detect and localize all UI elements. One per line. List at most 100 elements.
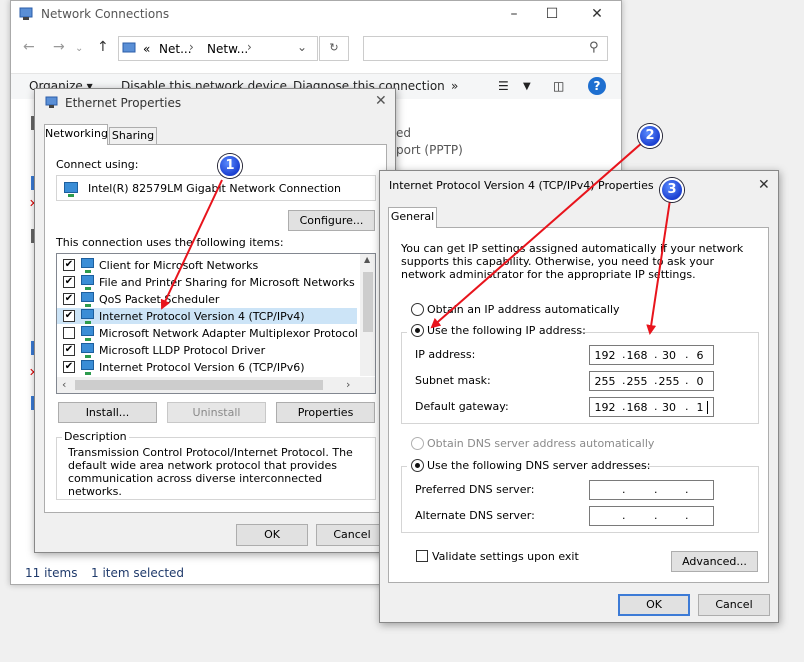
item-checkbox[interactable]: ✔: [63, 310, 75, 322]
obtain-dns-auto-radio[interactable]: [411, 437, 424, 450]
vertical-scrollbar[interactable]: ▲: [360, 254, 375, 376]
network-component-icon: [81, 258, 94, 273]
configure-button[interactable]: Configure...: [288, 210, 375, 231]
ip-address-label: IP address:: [415, 348, 476, 361]
octet[interactable]: 255: [658, 375, 680, 388]
scroll-left-icon[interactable]: ‹: [62, 378, 66, 391]
item-checkbox[interactable]: ✔: [63, 276, 75, 288]
obtain-ip-auto-label[interactable]: Obtain an IP address automatically: [427, 303, 620, 316]
tab-networking[interactable]: Networking: [44, 124, 108, 145]
ethernet-properties-dialog: Ethernet Properties ✕ Networking Sharing…: [34, 88, 396, 553]
list-item[interactable]: ✔ QoS Packet Scheduler: [57, 291, 357, 307]
properties-button[interactable]: Properties: [276, 402, 375, 423]
maximize-button[interactable]: ☐: [537, 5, 567, 25]
subnet-mask-field[interactable]: 255. 255. 255. 0: [589, 371, 714, 391]
description-text: Transmission Control Protocol/Internet P…: [68, 446, 353, 498]
validate-settings-checkbox[interactable]: [416, 550, 428, 562]
chevron-down-icon[interactable]: ⌄: [297, 40, 307, 54]
octet[interactable]: 168: [626, 349, 648, 362]
tab-sharing[interactable]: Sharing: [109, 127, 157, 145]
refresh-button[interactable]: ↻: [319, 36, 349, 61]
octet[interactable]: 0: [689, 375, 711, 388]
network-folder-icon: [122, 42, 136, 53]
item-checkbox[interactable]: ✔: [63, 361, 75, 373]
octet[interactable]: 192: [594, 401, 616, 414]
close-icon[interactable]: ✕: [375, 93, 387, 109]
item-checkbox[interactable]: [63, 327, 75, 339]
breadcrumb-overflow[interactable]: «: [143, 42, 150, 56]
item-label: File and Printer Sharing for Microsoft N…: [99, 276, 355, 289]
adapter-detail-text: ed: [396, 126, 411, 140]
network-component-icon: [81, 326, 94, 341]
network-folder-icon: [19, 7, 33, 20]
scroll-right-icon[interactable]: ›: [346, 378, 350, 391]
cancel-button[interactable]: Cancel: [698, 594, 770, 616]
adapter-box: Intel(R) 82579LM Gigabit Network Connect…: [56, 175, 376, 201]
back-arrow-icon[interactable]: ←: [23, 39, 35, 55]
up-arrow-icon[interactable]: ↑: [97, 39, 109, 55]
static-ip-group-header: Use the following IP address:: [407, 322, 586, 338]
text-caret: [707, 401, 708, 414]
item-checkbox[interactable]: ✔: [63, 344, 75, 356]
address-bar[interactable]: « Net... › Netw... › ⌄: [118, 36, 318, 61]
ip-address-field[interactable]: 192. 168. 30. 6: [589, 345, 714, 365]
cancel-button[interactable]: Cancel: [316, 524, 388, 546]
item-checkbox[interactable]: ✔: [63, 259, 75, 271]
octet[interactable]: 255: [594, 375, 616, 388]
octet[interactable]: 30: [658, 349, 680, 362]
breadcrumb-item[interactable]: Netw...: [207, 42, 248, 56]
default-gateway-field[interactable]: 192. 168. 30. 1: [589, 397, 714, 417]
minimize-button[interactable]: –: [499, 5, 529, 25]
octet[interactable]: 30: [658, 401, 680, 414]
advanced-button[interactable]: Advanced...: [671, 551, 758, 572]
list-item[interactable]: ✔ Microsoft LLDP Protocol Driver: [57, 342, 357, 358]
obtain-ip-auto-radio[interactable]: [411, 303, 424, 316]
scroll-up-icon[interactable]: ▲: [364, 255, 370, 264]
list-item[interactable]: Microsoft Network Adapter Multiplexor Pr…: [57, 325, 358, 341]
ok-button[interactable]: OK: [618, 594, 690, 616]
network-adapter-icon: [45, 96, 58, 108]
list-item[interactable]: ✔ Internet Protocol Version 6 (TCP/IPv6): [57, 359, 357, 375]
use-following-ip-label[interactable]: Use the following IP address:: [427, 324, 586, 337]
close-button[interactable]: ✕: [582, 5, 612, 25]
chevron-right-icon: ›: [189, 40, 194, 54]
item-count: 11 items: [25, 566, 78, 580]
scrollbar-thumb[interactable]: [363, 272, 373, 332]
recent-locations-icon[interactable]: ⌄: [75, 43, 83, 54]
more-commands[interactable]: »: [451, 79, 458, 93]
close-icon[interactable]: ✕: [758, 177, 770, 193]
uninstall-button[interactable]: Uninstall: [167, 402, 266, 423]
install-button[interactable]: Install...: [58, 402, 157, 423]
ok-button[interactable]: OK: [236, 524, 308, 546]
networking-tab-panel: Connect using: Intel(R) 82579LM Gigabit …: [44, 144, 387, 513]
preferred-dns-field[interactable]: ...: [589, 480, 714, 500]
alternate-dns-field[interactable]: ...: [589, 506, 714, 526]
list-item[interactable]: ✔ File and Printer Sharing for Microsoft …: [57, 274, 357, 290]
octet[interactable]: 255: [626, 375, 648, 388]
octet[interactable]: 6: [689, 349, 711, 362]
search-icon: ⚲: [589, 40, 599, 55]
list-item[interactable]: ✔ Client for Microsoft Networks: [57, 257, 357, 273]
chevron-right-icon: ›: [247, 40, 252, 54]
use-following-dns-radio[interactable]: [411, 459, 424, 472]
help-icon[interactable]: ?: [588, 77, 606, 95]
list-item[interactable]: ✔ Internet Protocol Version 4 (TCP/IPv4): [57, 308, 357, 324]
validate-settings-label[interactable]: Validate settings upon exit: [432, 550, 579, 563]
preview-pane-icon[interactable]: ◫: [553, 79, 564, 93]
use-following-dns-label[interactable]: Use the following DNS server addresses:: [427, 459, 650, 472]
tab-general[interactable]: General: [388, 207, 437, 228]
octet[interactable]: 168: [626, 401, 648, 414]
item-checkbox[interactable]: ✔: [63, 293, 75, 305]
use-following-ip-radio[interactable]: [411, 324, 424, 337]
search-input[interactable]: ⚲: [363, 36, 608, 61]
breadcrumb-item[interactable]: Net...: [159, 42, 192, 56]
forward-arrow-icon[interactable]: →: [53, 39, 65, 55]
chevron-down-icon[interactable]: ▼: [523, 81, 531, 92]
change-view-icon[interactable]: ☰: [498, 79, 509, 93]
obtain-dns-auto-label[interactable]: Obtain DNS server address automatically: [427, 437, 654, 450]
item-label: Internet Protocol Version 6 (TCP/IPv6): [99, 361, 305, 374]
scrollbar-thumb[interactable]: [75, 380, 323, 390]
horizontal-scrollbar[interactable]: ‹ ›: [57, 377, 375, 393]
octet[interactable]: 192: [594, 349, 616, 362]
components-list[interactable]: ✔ Client for Microsoft Networks ✔ File and …: [56, 253, 376, 394]
